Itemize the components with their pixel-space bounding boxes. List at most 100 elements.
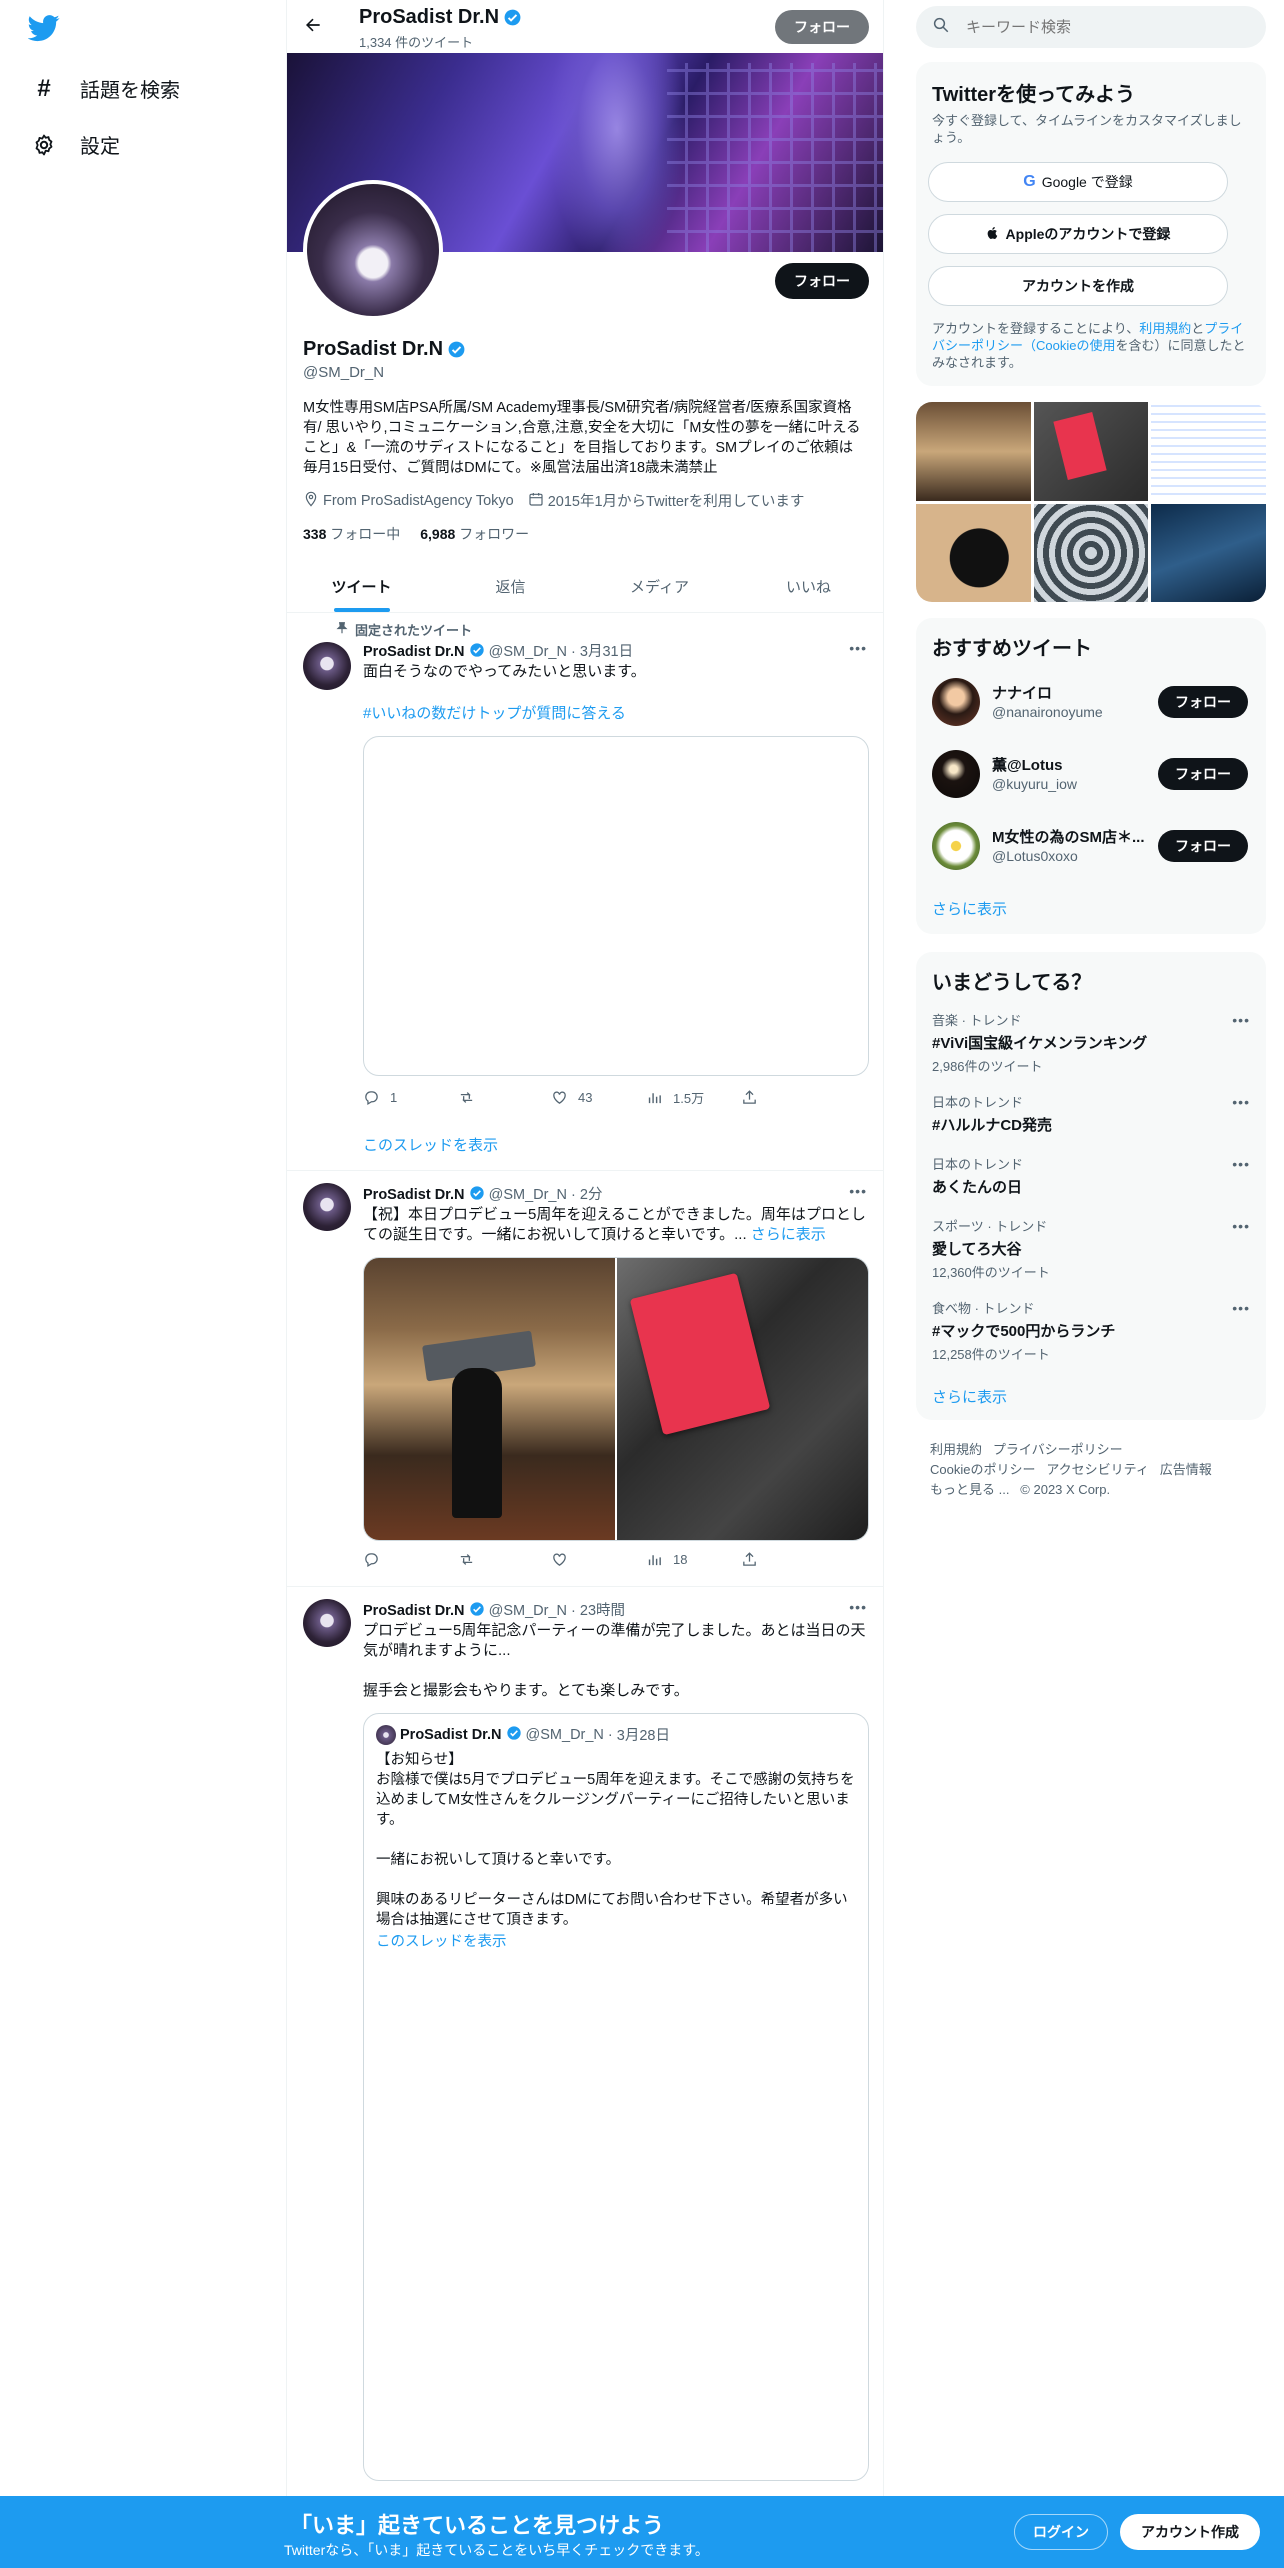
trend-item[interactable]: 日本のトレンド あくたんの日: [932, 1154, 1250, 1197]
tab-media[interactable]: メディア: [585, 560, 734, 612]
quote-text: 【お知らせ】 お陰様で僕は5月でプロデビュー5周年を迎えます。そこで感謝の気持ち…: [376, 1752, 855, 1928]
like-button[interactable]: 43: [551, 1089, 646, 1106]
twitter-logo-icon[interactable]: [27, 12, 60, 48]
quote-show-thread-link[interactable]: このスレッドを表示: [376, 1930, 507, 1951]
tweet-author-name[interactable]: ProSadist Dr.N: [363, 1603, 465, 1619]
search-input[interactable]: [966, 18, 1236, 36]
tab-tweets[interactable]: ツイート: [287, 560, 436, 612]
create-account-button[interactable]: アカウントを作成: [928, 266, 1228, 306]
media-thumbnail[interactable]: [1151, 402, 1266, 501]
show-more-link[interactable]: さらに表示: [932, 898, 1007, 919]
more-icon[interactable]: •••: [1232, 1012, 1250, 1028]
avatar: [932, 750, 980, 798]
tweet-time[interactable]: 23時間: [580, 1603, 625, 1619]
tweet-time[interactable]: 2分: [580, 1187, 603, 1203]
avatar[interactable]: [303, 1599, 351, 1647]
verified-badge-icon: [447, 340, 466, 363]
profile-follow-button[interactable]: フォロー: [775, 263, 869, 299]
tweet-author-name[interactable]: ProSadist Dr.N: [363, 644, 465, 660]
tweet-pinned[interactable]: 固定されたツイート ProSadist Dr.N @SM_Dr_N · 3月31…: [287, 614, 883, 1170]
more-icon[interactable]: •••: [1232, 1300, 1250, 1316]
login-button[interactable]: ログイン: [1014, 2514, 1108, 2550]
retweet-icon: [460, 1554, 473, 1565]
media-thumbnail[interactable]: [1033, 402, 1149, 501]
like-button[interactable]: [551, 1551, 646, 1568]
google-signup-button[interactable]: G Google で登録: [928, 162, 1228, 202]
trend-item[interactable]: 音楽 · トレンド #ViVi国宝級イケメンランキング 2,986件のツイート: [932, 1010, 1250, 1075]
more-icon[interactable]: •••: [1232, 1218, 1250, 1234]
search-box[interactable]: [916, 6, 1266, 48]
more-icon[interactable]: •••: [849, 1183, 867, 1199]
avatar[interactable]: [303, 642, 351, 690]
create-account-button[interactable]: アカウント作成: [1120, 2514, 1260, 2550]
more-icon[interactable]: •••: [849, 1599, 867, 1615]
share-button[interactable]: [741, 1551, 781, 1568]
footer-more-link[interactable]: もっと見る ...: [930, 1482, 1009, 1497]
tweet-time[interactable]: 3月31日: [580, 644, 633, 660]
more-icon[interactable]: •••: [1232, 1156, 1250, 1172]
follow-suggestion[interactable]: 薫@Lotus @kuyuru_iow フォロー: [932, 746, 1250, 802]
show-thread-link[interactable]: このスレッドを表示: [363, 1134, 498, 1155]
quote-author-name: ProSadist Dr.N: [400, 1726, 502, 1743]
media-grid: [916, 402, 1266, 602]
show-more-link[interactable]: さらに表示: [751, 1226, 826, 1243]
footer-terms-link[interactable]: 利用規約: [930, 1442, 982, 1457]
footer-privacy-link[interactable]: プライバシーポリシー: [993, 1442, 1123, 1457]
trend-item[interactable]: 食べ物 · トレンド #マックで500円からランチ 12,258件のツイート: [932, 1298, 1250, 1363]
media-thumbnail[interactable]: [1033, 503, 1149, 602]
follow-suggestion[interactable]: ナナイロ @nanaironoyume フォロー: [932, 674, 1250, 730]
main-column: ProSadist Dr.N 1,334 件のツイート フォロー フォロー Pr…: [286, 0, 884, 2500]
suggestion-handle: @kuyuru_iow: [992, 776, 1078, 792]
follow-button[interactable]: フォロー: [1158, 686, 1248, 718]
tweet-author-name[interactable]: ProSadist Dr.N: [363, 1187, 465, 1203]
nav-explore[interactable]: # 話題を検索: [32, 74, 180, 103]
following-link[interactable]: 338 フォロー中: [303, 524, 400, 544]
terms-link[interactable]: 利用規約: [1139, 321, 1191, 336]
tab-replies[interactable]: 返信: [436, 560, 585, 612]
followers-link[interactable]: 6,988 フォロワー: [420, 524, 529, 544]
show-more-link[interactable]: さらに表示: [932, 1386, 1007, 1407]
apple-signup-button[interactable]: Appleのアカウントで登録: [928, 214, 1228, 254]
tweet-text: 面白そうなのでやってみたいと思います。: [363, 663, 646, 680]
nav-settings[interactable]: 設定: [32, 130, 120, 159]
tweet-photo[interactable]: [617, 1258, 868, 1540]
suggestion-handle: @nanaironoyume: [992, 704, 1103, 720]
more-icon[interactable]: •••: [849, 640, 867, 656]
footer-cookie-link[interactable]: Cookieのポリシー: [930, 1462, 1035, 1477]
quoted-tweet[interactable]: ProSadist Dr.N @SM_Dr_N · 3月28日 【お知らせ】 お…: [363, 1713, 869, 2481]
avatar[interactable]: [303, 1183, 351, 1231]
tweet-photo[interactable]: [364, 1258, 615, 1540]
header-follow-button[interactable]: フォロー: [775, 10, 869, 44]
tweet-author-handle: @SM_Dr_N: [488, 644, 567, 660]
follow-suggestion[interactable]: M女性の為のSM店＊... @Lotus0xoxo フォロー: [932, 818, 1250, 874]
trend-item[interactable]: スポーツ · トレンド 愛してろ大谷 12,360件のツイート: [932, 1216, 1250, 1281]
tweet-hashtag[interactable]: #いいねの数だけトップが質問に答える: [363, 702, 626, 723]
views-button[interactable]: 18: [646, 1551, 741, 1568]
trends-title: いまどうしてる？: [932, 972, 1092, 994]
media-thumbnail[interactable]: [916, 503, 1031, 602]
tweet-media-card[interactable]: [363, 736, 869, 1076]
footer-ads-link[interactable]: 広告情報: [1160, 1462, 1212, 1477]
reply-button[interactable]: 1: [363, 1089, 458, 1106]
profile-avatar[interactable]: [303, 180, 443, 320]
more-icon[interactable]: •••: [1232, 1094, 1250, 1110]
share-button[interactable]: [741, 1089, 781, 1106]
tweet[interactable]: ProSadist Dr.N @SM_Dr_N · 2分 ••• 【祝】本日プロ…: [287, 1171, 883, 1585]
follow-button[interactable]: フォロー: [1158, 830, 1248, 862]
tweet-media-grid[interactable]: [363, 1257, 869, 1541]
media-thumbnail[interactable]: [1151, 503, 1266, 602]
tweet[interactable]: ProSadist Dr.N @SM_Dr_N · 23時間 ••• プロデビュ…: [287, 1587, 883, 2497]
tweet-actions: 1 43 1.5万: [363, 1088, 781, 1107]
views-button[interactable]: 1.5万: [646, 1088, 741, 1107]
media-thumbnail[interactable]: [916, 402, 1031, 501]
retweet-button[interactable]: [458, 1551, 551, 1568]
banner-subtitle: Twitterなら、「いま」起きていることをいち早くチェックできます。: [284, 2542, 709, 2558]
reply-button[interactable]: [363, 1551, 458, 1568]
follow-button[interactable]: フォロー: [1158, 758, 1248, 790]
back-arrow-icon[interactable]: [303, 15, 323, 39]
tab-likes[interactable]: いいね: [734, 560, 883, 612]
trend-item[interactable]: 日本のトレンド #ハルルナCD発売: [932, 1092, 1250, 1135]
left-nav: # 話題を検索 設定: [0, 0, 286, 200]
footer-accessibility-link[interactable]: アクセシビリティ: [1046, 1462, 1149, 1477]
retweet-button[interactable]: [458, 1089, 551, 1106]
